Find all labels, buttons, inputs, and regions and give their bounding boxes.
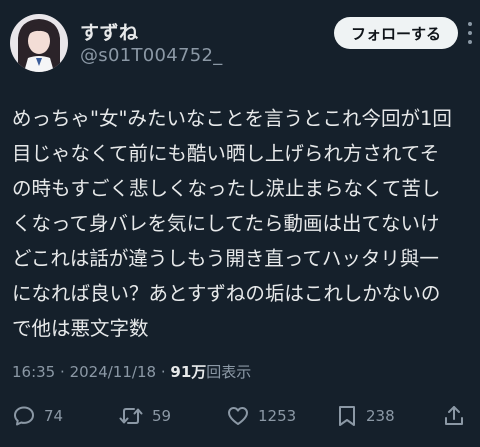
share-button[interactable]: [442, 396, 466, 436]
tweet-text-line: どこれは話が違うしもう開き直ってハッタリ與一: [12, 247, 439, 270]
bookmark-button[interactable]: 238: [336, 396, 395, 436]
tweet-text-line: めっちゃ"女"みたいなことを言うとこれ今回が1回: [12, 107, 452, 130]
tweet-text-line: で他は悪文字数: [12, 317, 149, 340]
meta-separator: ·: [60, 363, 65, 381]
share-icon: [445, 406, 463, 425]
reply-count: 74: [44, 407, 64, 425]
bookmark-icon: [339, 406, 355, 426]
heart-icon: [228, 407, 248, 425]
action-bar: 74 59 1253 238: [0, 396, 480, 436]
views-count[interactable]: 91万: [170, 363, 206, 381]
tweet-meta: 16:35 · 2024/11/18 · 91万回表示: [12, 361, 251, 382]
meta-separator: ·: [160, 363, 166, 381]
tweet-time[interactable]: 16:35: [12, 363, 55, 381]
follow-button[interactable]: フォローする: [334, 17, 458, 49]
reply-button[interactable]: 74: [12, 396, 63, 436]
avatar-image: [10, 14, 68, 72]
retweet-icon: [119, 408, 143, 424]
display-name[interactable]: すずね: [80, 18, 139, 45]
tweet-text-line: になれば良い？あとすずねの垢はこれしかないの: [12, 282, 441, 305]
more-options-icon[interactable]: [464, 22, 476, 44]
avatar[interactable]: [10, 14, 68, 72]
retweet-button[interactable]: 59: [118, 396, 171, 436]
tweet-date[interactable]: 2024/11/18: [70, 363, 156, 381]
reply-icon: [14, 406, 34, 426]
tweet-text: めっちゃ"女"みたいなことを言うとこれ今回が1回 目じゃなくて前にも酷い晒し上げ…: [12, 101, 472, 346]
tweet-text-line: くなって身バレを気にしてたら動画は出てないけ: [12, 212, 440, 235]
like-button[interactable]: 1253: [226, 396, 296, 436]
retweet-count: 59: [152, 407, 172, 425]
tweet-text-line: の時もすごく悲しくなったし涙止まらなくて苦し: [12, 177, 441, 200]
like-count: 1253: [258, 407, 297, 425]
views-label: 回表示: [206, 363, 252, 381]
user-handle[interactable]: @s01T004752_: [80, 45, 223, 66]
bookmark-count: 238: [366, 407, 395, 425]
tweet-text-line: 目じゃなくて前にも酷い晒し上げられ方されてそ: [12, 142, 440, 165]
tweet-card: すずね @s01T004752_ フォローする めっちゃ"女"みたいなことを言う…: [0, 0, 480, 447]
